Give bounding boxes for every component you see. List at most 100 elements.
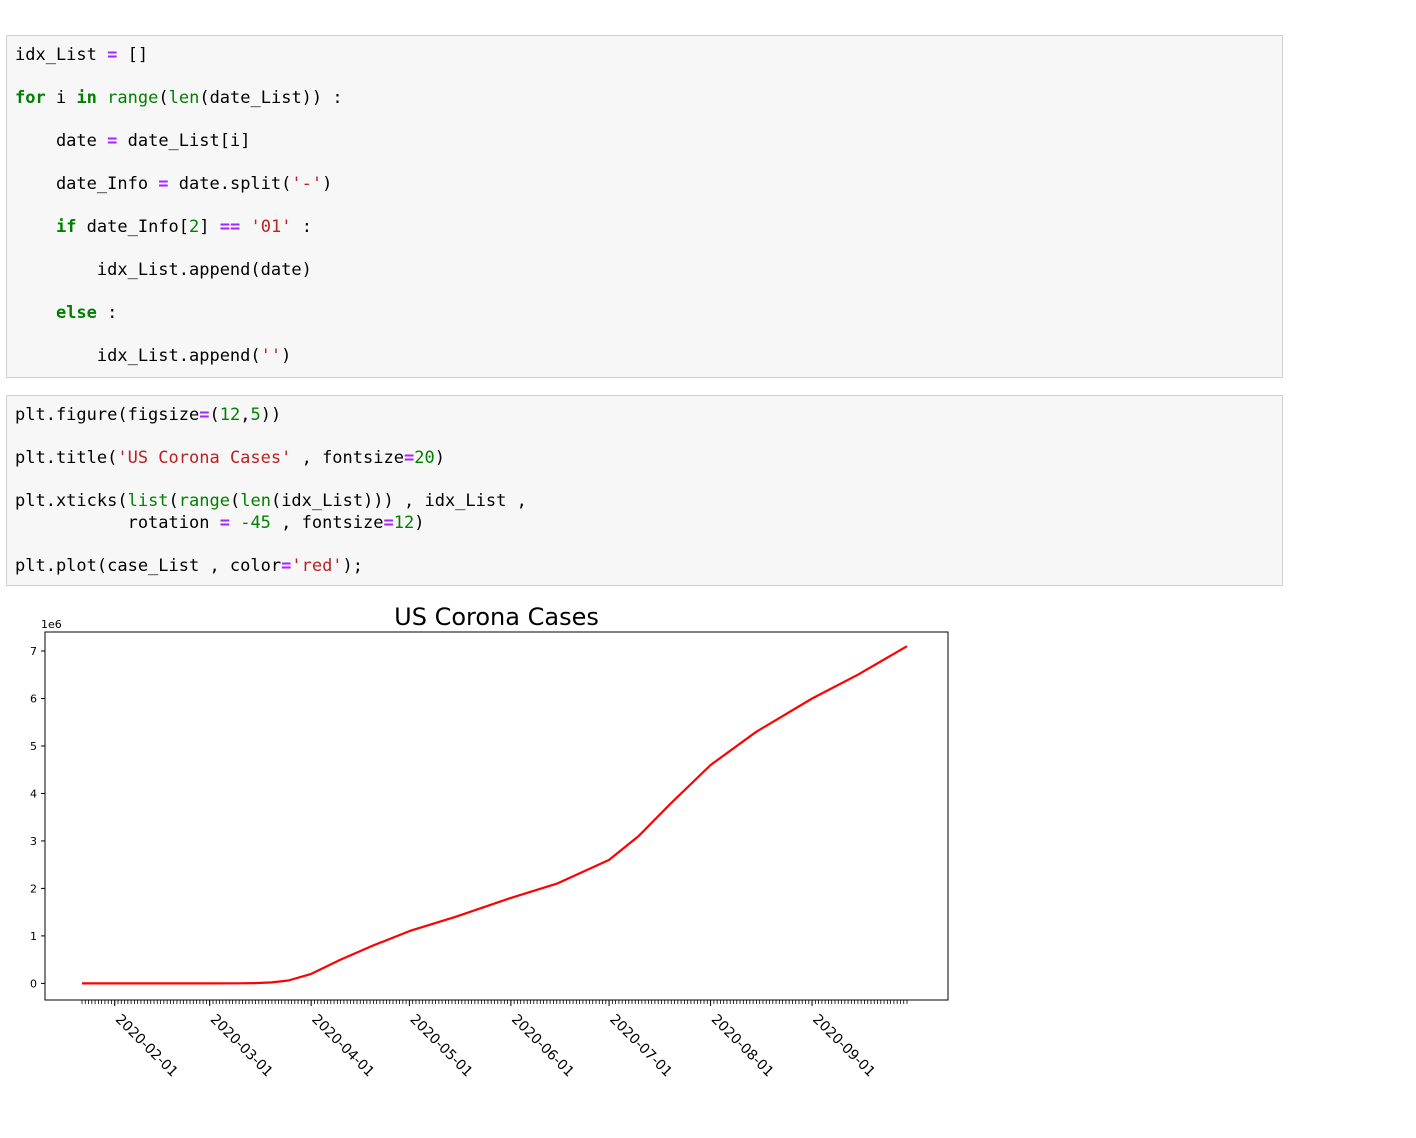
code-token: '01' [250,217,292,237]
code-token: 'red' [291,556,343,576]
code-token: date_List[i] [117,131,251,151]
code-token: ( [168,491,179,511]
code-token: plt.xticks( [15,491,128,511]
code-token: range [178,491,230,511]
x-tick-label: 2020-02-01 [112,1012,181,1081]
y-tick-label: 5 [30,740,37,753]
code-token: else [55,303,97,323]
code-token: len [240,491,271,511]
code-token: = [158,174,169,194]
code-token: date [15,131,108,151]
code-token: idx_List.append(date) [15,260,312,280]
code-line: plt.plot(case_List , color='red'); [15,556,363,576]
code-token: == [219,217,241,237]
code-token: '-' [291,174,323,194]
code-token: plt.figure(figsize [15,405,200,425]
code-token: = [383,513,394,533]
code-token: list [127,491,169,511]
code-token: len [168,88,200,108]
code-token: if [55,217,77,237]
x-tick-label: 2020-07-01 [606,1012,675,1081]
code-token: [] [117,45,149,65]
code-line: plt.figure(figsize=(12,5)) [15,405,281,425]
code-line: idx_List.append('') [15,346,292,366]
series-line [82,645,908,985]
code-token: = [107,131,118,151]
code-token: date_Info[ [76,217,190,237]
code-token: 12 [393,513,415,533]
code-token: 5 [250,405,261,425]
code-token: i [45,88,77,108]
chart-svg: US Corona Cases 1e6 0 1 2 3 4 5 6 7 2020-02-01 2020… [30,603,949,1081]
code-token: idx_List.append( [15,346,261,366]
code-token: idx_List [15,45,108,65]
code-line: for i in range(len(date_List)) : [15,88,343,108]
code-token: 12 [219,405,241,425]
code-token: (date_List)) : [199,88,343,108]
code-token: , fontsize [291,448,404,468]
code-token: (idx_List))) , idx_List , [270,491,527,511]
code-token: , fontsize [270,513,384,533]
code-token: : [291,217,312,237]
code-token: '' [260,346,282,366]
code-line: else : [15,303,117,323]
code-token: , [240,405,251,425]
code-token: ( [229,491,241,511]
code-token: = [219,513,230,533]
code-token: 20 [414,448,435,468]
code-token: plt.title( [15,448,118,468]
y-tick-label: 2 [30,882,37,895]
code-token: ) [322,174,333,194]
x-tick-label: 2020-08-01 [708,1012,777,1081]
code-line: plt.title('US Corona Cases' , fontsize=2… [15,448,445,468]
code-token: for [15,88,46,108]
code-cell-loop[interactable]: idx_List = [] for i in range(len(date_Lis… [6,35,1283,378]
code-line: date = date_List[i] [15,131,251,151]
code-token: = [281,556,292,576]
code-token: = [403,448,415,468]
x-tick-label: 2020-06-01 [508,1012,577,1081]
y-tick-label: 3 [30,835,37,848]
code-token: = [107,45,118,65]
code-token: in [76,88,97,108]
chart-title: US Corona Cases [394,603,599,631]
code-token: plt.plot(case_List , color [15,556,282,576]
code-token: = [199,405,210,425]
chart-output: US Corona Cases 1e6 0 1 2 3 4 5 6 7 2020-02-01 2020… [0,590,1000,1138]
code-token: ( [158,88,169,108]
code-token: 2 [189,217,200,237]
code-token: date.split( [168,174,292,194]
code-line: rotation = -45 , fontsize=12) [15,513,425,533]
code-token: ] [199,217,220,237]
code-token: : [96,303,118,323]
code-token: -45 [240,513,271,533]
x-tick-label: 2020-05-01 [407,1012,476,1081]
code-token: ( [209,405,220,425]
y-tick-label: 0 [30,977,37,990]
code-line: idx_List = [] [15,45,148,65]
code-token: ) [281,346,292,366]
code-token: date_Info [15,174,159,194]
y-tick-label: 4 [30,787,37,800]
code-cell-plot[interactable]: plt.figure(figsize=(12,5)) plt.title('US … [6,395,1283,586]
code-token: rotation [15,513,220,533]
code-line: if date_Info[2] == '01' : [15,217,312,237]
y-tick-label: 6 [30,692,37,705]
code-token: 'US Corona Cases' [117,448,292,468]
code-line: plt.xticks(list(range(len(idx_List))) , … [15,491,527,511]
code-token: ); [342,556,364,576]
code-token: )) [260,405,282,425]
x-tick-label: 2020-03-01 [207,1012,276,1081]
y-tick-label: 1 [30,930,37,943]
code-token: ) [434,448,445,468]
y-tick-label: 7 [30,645,37,658]
y-offset-label: 1e6 [41,618,62,631]
code-token: ) [414,513,425,533]
code-token: range [107,88,159,108]
code-line: idx_List.append(date) [15,260,312,280]
